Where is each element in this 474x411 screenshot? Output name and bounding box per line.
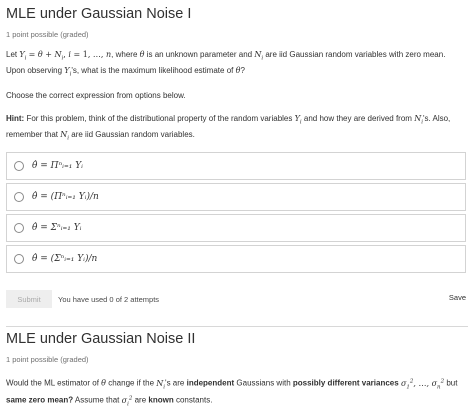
radio-button[interactable] — [14, 254, 24, 265]
option-expression: θ̂ = (Πⁿᵢ₌₁ Yᵢ)/n — [32, 192, 99, 203]
submit-button[interactable]: Submit — [6, 290, 52, 308]
radio-button[interactable] — [14, 223, 24, 234]
answer-options: θ̂ = Πⁿᵢ₌₁ Yᵢ θ̂ = (Πⁿᵢ₌₁ Yᵢ)/n θ̂ = Σⁿᵢ… — [6, 152, 466, 274]
radio-button[interactable] — [14, 161, 24, 172]
problem-title: MLE under Gaussian Noise I — [6, 6, 192, 22]
option-product[interactable]: θ̂ = Πⁿᵢ₌₁ Yᵢ — [6, 152, 466, 181]
save-button[interactable]: Save — [449, 293, 466, 302]
option-expression: θ̂ = (Σⁿᵢ₌₁ Yᵢ)/n — [32, 254, 98, 265]
option-expression: θ̂ = Σⁿᵢ₌₁ Yᵢ — [32, 223, 82, 234]
radio-button[interactable] — [14, 192, 24, 203]
problem-mle-gaussian-noise-2: MLE under Gaussian Noise II 1 point poss… — [6, 318, 466, 411]
problem-title: MLE under Gaussian Noise II — [6, 331, 196, 347]
points-label: 1 point possible (graded) — [6, 30, 89, 39]
instruction-text: Choose the correct expression from optio… — [6, 91, 186, 101]
option-product-over-n[interactable]: θ̂ = (Πⁿᵢ₌₁ Yᵢ)/n — [6, 183, 466, 212]
problem-actions: Submit You have used 0 of 2 attempts Sav… — [6, 290, 466, 312]
option-sum[interactable]: θ̂ = Σⁿᵢ₌₁ Yᵢ — [6, 214, 466, 243]
hint-text: Hint: For this problem, think of the dis… — [6, 114, 451, 142]
attempts-label: You have used 0 of 2 attempts — [58, 295, 160, 304]
option-expression: θ̂ = Πⁿᵢ₌₁ Yᵢ — [32, 161, 83, 172]
question-text: Let Yi = θ + Ni, i = 1, …, n, where θ is… — [6, 50, 446, 78]
problem-mle-gaussian-noise-1: MLE under Gaussian Noise I 1 point possi… — [6, 0, 466, 276]
question-text: Would the ML estimator of θ change if th… — [6, 378, 458, 408]
points-label: 1 point possible (graded) — [6, 355, 89, 364]
option-sum-over-n[interactable]: θ̂ = (Σⁿᵢ₌₁ Yᵢ)/n — [6, 245, 466, 274]
